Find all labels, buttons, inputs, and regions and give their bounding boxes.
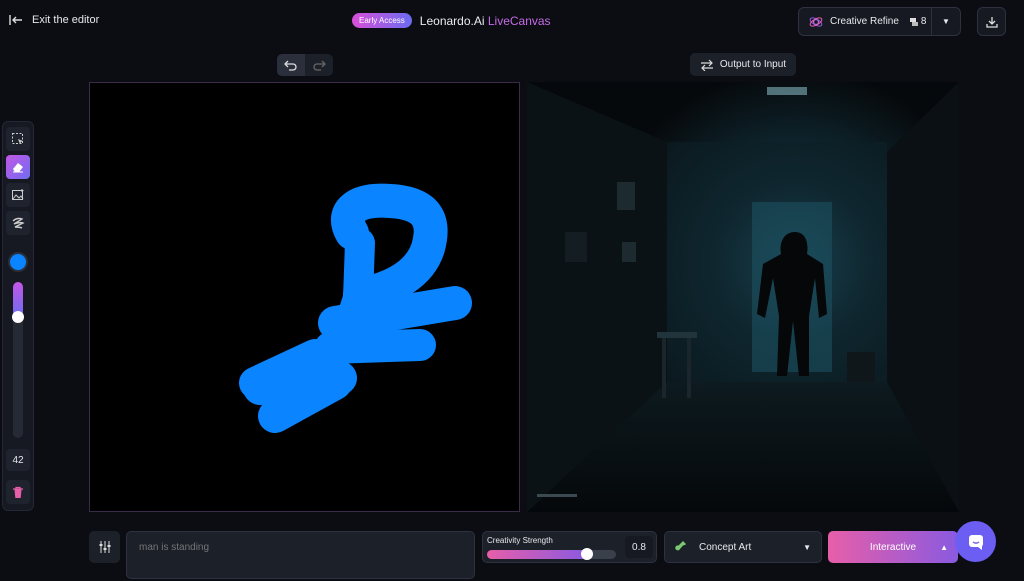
undo-button[interactable] [277, 54, 305, 76]
token-count: 8 [909, 16, 927, 27]
brush-color-swatch[interactable] [8, 252, 28, 272]
brush-sketch [239, 183, 472, 433]
early-access-badge: Early Access [352, 13, 412, 28]
swap-arrows-icon [700, 59, 713, 71]
app-name: Leonardo.Ai [419, 13, 485, 28]
caret-down-icon: ▼ [803, 542, 811, 552]
caret-down-icon: ▼ [942, 17, 950, 26]
add-image-icon [12, 189, 24, 200]
download-button[interactable] [977, 7, 1006, 36]
token-count-value: 8 [920, 16, 927, 27]
creativity-strength-value[interactable]: 0.8 [625, 536, 653, 558]
generate-mode-button[interactable]: Interactive ▲ [828, 531, 958, 563]
select-tool[interactable] [6, 127, 30, 151]
generated-scene [527, 82, 959, 512]
sliders-icon [99, 541, 110, 553]
exit-editor-button[interactable]: Exit the editor [8, 12, 99, 28]
exit-editor-label: Exit the editor [32, 14, 100, 26]
redo-button[interactable] [305, 54, 333, 76]
eraser-icon [13, 163, 23, 173]
token-stack-icon [909, 17, 918, 26]
app-accent-name: LiveCanvas [487, 13, 551, 28]
tool-rail: 42 [2, 121, 34, 511]
clear-canvas-button[interactable] [6, 480, 30, 504]
creativity-strength-label: Creativity Strength [487, 536, 553, 545]
brush-tool[interactable] [6, 211, 30, 235]
creative-refine-label: Creative Refine [830, 16, 899, 27]
prompt-input[interactable] [126, 531, 475, 579]
brush-size-slider[interactable] [12, 282, 24, 438]
style-dropdown-value: Concept Art [699, 541, 752, 553]
undo-icon [284, 60, 297, 71]
brush-size-value: 42 [6, 449, 30, 471]
style-dropdown[interactable]: Concept Art ▼ [664, 531, 822, 563]
support-chat-button[interactable] [955, 521, 996, 562]
image-tool[interactable] [6, 183, 30, 207]
app-title-bar: Early Access Leonardo.Ai LiveCanvas [352, 13, 551, 28]
creative-refine-button[interactable]: Creative Refine 8 [799, 8, 931, 35]
undo-redo-group [277, 54, 333, 76]
creativity-strength-control: Creativity Strength 0.8 [482, 531, 657, 563]
redo-icon [313, 60, 326, 71]
creativity-strength-fill [487, 550, 587, 559]
trash-icon [13, 486, 23, 498]
chat-bubble-icon [968, 534, 983, 550]
settings-sliders-button[interactable] [89, 531, 120, 563]
output-to-input-button[interactable]: Output to Input [690, 53, 796, 76]
refine-dropdown-button[interactable]: ▼ [932, 8, 960, 35]
app-title: Leonardo.Ai LiveCanvas [420, 14, 551, 28]
potion-flask-icon [675, 541, 686, 551]
output-image [527, 82, 959, 512]
creative-refine-control: Creative Refine 8 ▼ [798, 7, 961, 36]
output-to-input-label: Output to Input [719, 59, 787, 70]
exit-arrow-icon [9, 15, 22, 25]
scribble-brush-icon [12, 217, 25, 229]
creativity-strength-knob[interactable] [581, 548, 593, 560]
creativity-strength-slider[interactable] [487, 548, 616, 560]
drawing-canvas[interactable] [89, 82, 520, 512]
generate-mode-label: Interactive [869, 541, 917, 553]
eraser-tool[interactable] [6, 155, 30, 179]
refine-orbit-icon [809, 16, 823, 27]
caret-up-icon: ▲ [940, 542, 948, 552]
select-area-icon [12, 133, 23, 144]
brush-size-knob[interactable] [12, 311, 24, 323]
download-icon [985, 16, 998, 28]
